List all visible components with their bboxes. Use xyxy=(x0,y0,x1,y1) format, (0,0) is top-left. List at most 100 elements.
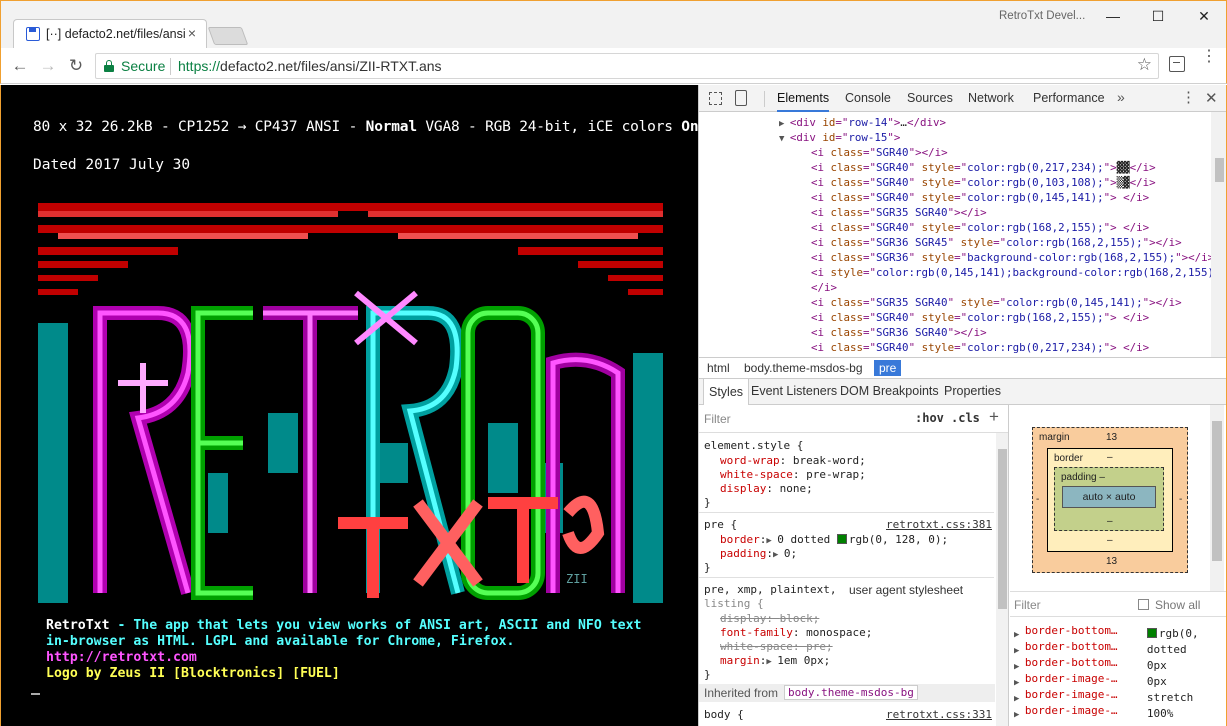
computed-style-row[interactable]: ▶ border-image-… 100% xyxy=(1014,704,1173,720)
app-url-link[interactable]: http://retrotxt.com xyxy=(46,650,197,665)
subtab-styles[interactable]: Styles xyxy=(703,379,750,405)
border-top-value[interactable]: – xyxy=(1107,452,1113,463)
expand-triangle-icon: ▶ xyxy=(1014,646,1025,656)
extension-icon[interactable] xyxy=(1169,56,1185,72)
dom-node-row[interactable]: <i class="SGR35 SGR40" style="color:rgb(… xyxy=(811,296,1182,311)
inspect-element-icon[interactable] xyxy=(709,92,722,105)
lock-icon[interactable] xyxy=(104,60,114,72)
margin-top-value[interactable]: 13 xyxy=(1106,432,1117,443)
address-bar[interactable]: Secure https://defacto2.net/files/ansi/Z… xyxy=(95,53,1159,79)
scrollbar-thumb[interactable] xyxy=(998,449,1007,609)
pre-rule-source-link[interactable]: retrotxt.css:381 xyxy=(886,518,992,531)
tab-elements[interactable]: Elements xyxy=(777,85,830,112)
dom-tree[interactable]: ▶ <div id="row-14">…</div> ▼ <div id="row… xyxy=(699,112,1211,357)
dom-tree-scrollbar[interactable] xyxy=(1211,112,1226,357)
dom-node-row[interactable]: <i class="SGR36 SGR40"></i> xyxy=(811,326,987,341)
url-text[interactable]: https://defacto2.net/files/ansi/ZII-RTXT… xyxy=(178,58,442,74)
tab-network[interactable]: Network xyxy=(968,85,1014,112)
crumb-body[interactable]: body.theme-msdos-bg xyxy=(744,361,863,375)
dom-node-row[interactable]: <i class="SGR40" style="color:rgb(0,217,… xyxy=(811,161,1156,176)
tab-sources[interactable]: Sources xyxy=(907,85,953,112)
dom-node-row[interactable]: <i class="SGR40" style="color:rgb(168,2,… xyxy=(811,221,1149,236)
expand-triangle-icon[interactable]: ▶ xyxy=(779,119,790,129)
collapse-triangle-icon[interactable]: ▼ xyxy=(779,134,790,144)
box-model-padding[interactable]: padding – – auto × auto xyxy=(1054,467,1164,531)
dom-node-row[interactable]: <i class="SGR36 SGR45" style="color:rgb(… xyxy=(811,236,1182,251)
rule-divider xyxy=(699,512,994,513)
more-tabs-icon[interactable]: » xyxy=(1117,89,1125,105)
scrollbar-thumb[interactable] xyxy=(1215,158,1224,182)
subtab-dom-breakpoints[interactable]: DOM Breakpoints xyxy=(840,384,939,398)
body-rule-selector[interactable]: body { xyxy=(704,708,744,722)
style-prop-row[interactable]: white-space: pre-wrap; xyxy=(720,468,866,482)
dom-node-row[interactable]: <i class="SGR35 SGR40"></i> xyxy=(811,206,987,221)
meta-ice-toggle[interactable]: On xyxy=(681,119,698,135)
bookmark-star-icon[interactable]: ☆ xyxy=(1137,55,1152,75)
computed-style-row[interactable]: ▶ border-image-… 0px xyxy=(1014,672,1167,688)
browser-tab[interactable]: [··] defacto2.net/files/ansi × xyxy=(13,19,207,49)
dom-node-row[interactable]: ▶ <div id="row-14">…</div> xyxy=(779,116,946,131)
file-meta-line: 80 x 32 26.2kB - CP1252 → CP437 ANSI - N… xyxy=(33,119,698,135)
devtools-close-icon[interactable]: ✕ xyxy=(1205,89,1218,107)
new-tab-button[interactable] xyxy=(207,27,249,45)
box-model-margin[interactable]: margin 13 13 - - border – – padding – – … xyxy=(1032,427,1188,573)
margin-bottom-value[interactable]: 13 xyxy=(1106,556,1117,567)
style-prop-row[interactable]: word-wrap: break-word; xyxy=(720,454,866,468)
show-all-label[interactable]: Show all xyxy=(1155,598,1200,612)
pre-rule-selector[interactable]: pre { xyxy=(704,518,737,532)
styles-filter-input[interactable]: Filter xyxy=(704,412,731,426)
box-model-border[interactable]: border – – padding – – auto × auto xyxy=(1047,448,1173,552)
minimize-button[interactable]: — xyxy=(1098,5,1128,27)
box-model-content[interactable]: auto × auto xyxy=(1062,486,1156,508)
crumb-html[interactable]: html xyxy=(707,361,730,375)
chrome-menu-icon[interactable]: ⋮ xyxy=(1201,49,1217,65)
styles-scrollbar[interactable] xyxy=(996,433,1008,726)
dom-node-row[interactable]: </i> xyxy=(811,281,837,296)
crumb-pre[interactable]: pre xyxy=(874,360,902,376)
subtab-event-listeners[interactable]: Event Listeners xyxy=(751,384,837,398)
dom-node-row[interactable]: ▼ <div id="row-15"> xyxy=(779,131,900,146)
secure-label[interactable]: Secure xyxy=(121,58,165,74)
style-prop-row[interactable]: border:▶ 0 dotted rgb(0, 128, 0); xyxy=(720,533,948,547)
computed-filter-input[interactable]: Filter xyxy=(1014,598,1041,612)
margin-right-value[interactable]: - xyxy=(1179,494,1182,505)
tab-console[interactable]: Console xyxy=(845,85,891,112)
computed-style-row[interactable]: ▶ border-image-… stretch xyxy=(1014,688,1193,704)
dom-node-row[interactable]: <i class="SGR40" style="color:rgb(0,145,… xyxy=(811,191,1149,206)
meta-mode-toggle[interactable]: Normal xyxy=(366,119,417,135)
dom-node-row[interactable]: <i class="SGR40" style="color:rgb(0,103,… xyxy=(811,176,1156,191)
style-prop-row[interactable]: padding:▶ 0; xyxy=(720,547,797,561)
color-swatch xyxy=(1146,628,1157,638)
tab-performance[interactable]: Performance xyxy=(1033,85,1105,112)
back-button[interactable]: ← xyxy=(9,55,31,77)
margin-left-value[interactable]: - xyxy=(1036,494,1039,505)
inherited-from-link[interactable]: body.theme-msdos-bg xyxy=(784,685,918,700)
show-all-checkbox[interactable] xyxy=(1138,599,1149,610)
element-style-selector[interactable]: element.style { xyxy=(704,439,803,453)
dom-node-row[interactable]: <i class="SGR40" style="color:rgb(168,2,… xyxy=(811,311,1149,326)
new-rule-icon[interactable]: + xyxy=(989,407,999,427)
computed-style-row[interactable]: ▶ border-bottom… dotted xyxy=(1014,640,1187,656)
device-toolbar-icon[interactable] xyxy=(735,90,747,106)
close-window-button[interactable]: ✕ xyxy=(1189,5,1219,27)
reload-button[interactable]: ↻ xyxy=(65,55,87,77)
dom-node-row[interactable]: <i class="SGR36" style="background-color… xyxy=(811,251,1211,266)
computed-style-row[interactable]: ▶ border-bottom… 0px xyxy=(1014,656,1167,672)
padding-bottom-value[interactable]: – xyxy=(1107,516,1113,527)
class-toggle[interactable]: .cls xyxy=(951,411,980,425)
dom-node-row[interactable]: <i style="color:rgb(0,145,141);backgroun… xyxy=(811,266,1211,281)
maximize-button[interactable]: ☐ xyxy=(1143,5,1173,27)
style-prop-row[interactable]: display: none; xyxy=(720,482,813,496)
dom-node-row[interactable]: <i class="SGR40"></i> xyxy=(811,146,948,161)
box-model-scrollbar[interactable] xyxy=(1210,405,1224,591)
tab-close-button[interactable]: × xyxy=(188,25,196,41)
body-rule-source-link[interactable]: retrotxt.css:331 xyxy=(886,708,992,721)
devtools-menu-icon[interactable]: ⋮ xyxy=(1181,88,1196,106)
dom-node-row[interactable]: <i class="SGR40" style="color:rgb(0,217,… xyxy=(811,341,1149,356)
forward-button[interactable]: → xyxy=(37,55,59,77)
subtab-properties[interactable]: Properties xyxy=(944,384,1001,398)
border-bottom-value[interactable]: – xyxy=(1107,535,1113,546)
computed-style-row[interactable]: ▶ border-bottom… rgb(0, xyxy=(1014,624,1199,640)
hover-state-toggle[interactable]: :hov xyxy=(915,411,944,425)
scrollbar-thumb[interactable] xyxy=(1212,421,1222,561)
